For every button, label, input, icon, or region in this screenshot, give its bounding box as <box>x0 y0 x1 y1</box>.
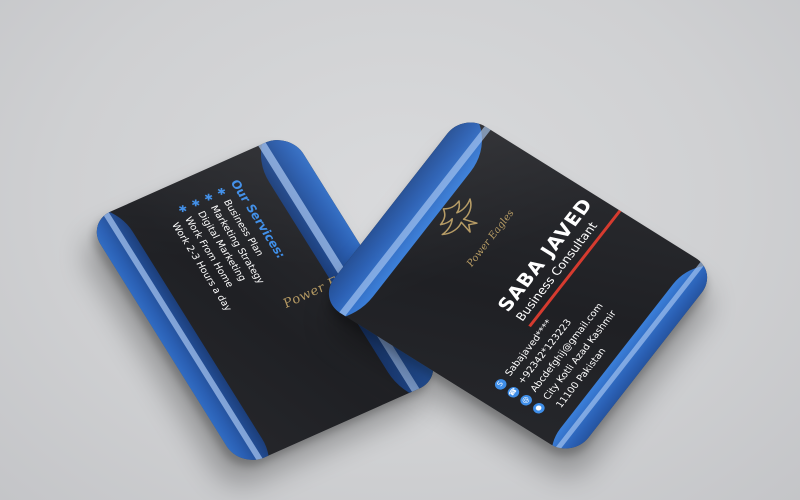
postal-icon <box>544 409 560 424</box>
bullet-spacer <box>161 209 176 222</box>
mockup-scene: Our Services: ✱ Business Plan ✱ Marketin… <box>0 0 800 500</box>
